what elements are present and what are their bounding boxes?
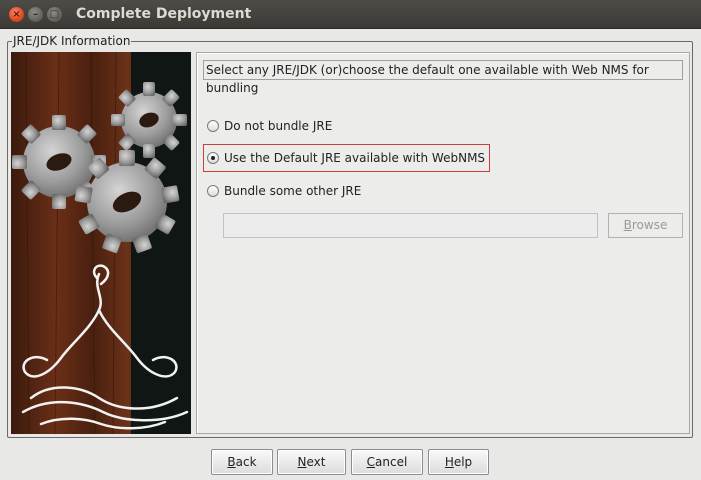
cancel-label: ancel (375, 455, 408, 469)
help-mnemonic: H (444, 455, 454, 469)
instruction-text: Select any JRE/JDK (or)choose the defaul… (203, 60, 683, 95)
minimize-icon[interactable]: – (28, 7, 43, 22)
back-mnemonic: B (227, 455, 236, 469)
cancel-mnemonic: C (366, 455, 376, 469)
next-label: ext (306, 455, 326, 469)
option-do-not-bundle-label: Do not bundle JRE (224, 119, 333, 133)
next-mnemonic: N (297, 455, 307, 469)
help-button[interactable]: Help (428, 449, 489, 475)
radio-do-not-bundle[interactable] (207, 120, 219, 132)
close-icon[interactable]: × (9, 7, 24, 22)
option-use-default-jre[interactable]: Use the Default JRE available with WebNM… (207, 151, 485, 165)
jre-path-input[interactable] (223, 213, 598, 238)
option-bundle-other-jre-label: Bundle some other JRE (224, 184, 362, 198)
browse-label: rowse (631, 218, 668, 232)
options-panel (196, 52, 690, 434)
radio-use-default-jre[interactable] (207, 152, 219, 164)
browse-mnemonic: B (623, 218, 632, 232)
back-button[interactable]: Back (211, 449, 273, 475)
group-legend: JRE/JDK Information (12, 34, 132, 48)
window-title: Complete Deployment (76, 6, 252, 22)
help-label: elp (453, 455, 473, 469)
cancel-button[interactable]: Cancel (351, 449, 423, 475)
option-use-default-jre-label: Use the Default JRE available with WebNM… (224, 151, 486, 165)
browse-button[interactable]: Browse (608, 213, 683, 238)
next-button[interactable]: Next (277, 449, 346, 475)
title-bar: × – □ Complete Deployment (0, 0, 701, 29)
back-label: ack (235, 455, 257, 469)
option-bundle-other-jre[interactable]: Bundle some other JRE (207, 184, 361, 198)
option-do-not-bundle[interactable]: Do not bundle JRE (207, 119, 332, 133)
maximize-icon[interactable]: □ (47, 7, 62, 22)
gears-illustration (11, 52, 191, 434)
radio-bundle-other-jre[interactable] (207, 185, 219, 197)
